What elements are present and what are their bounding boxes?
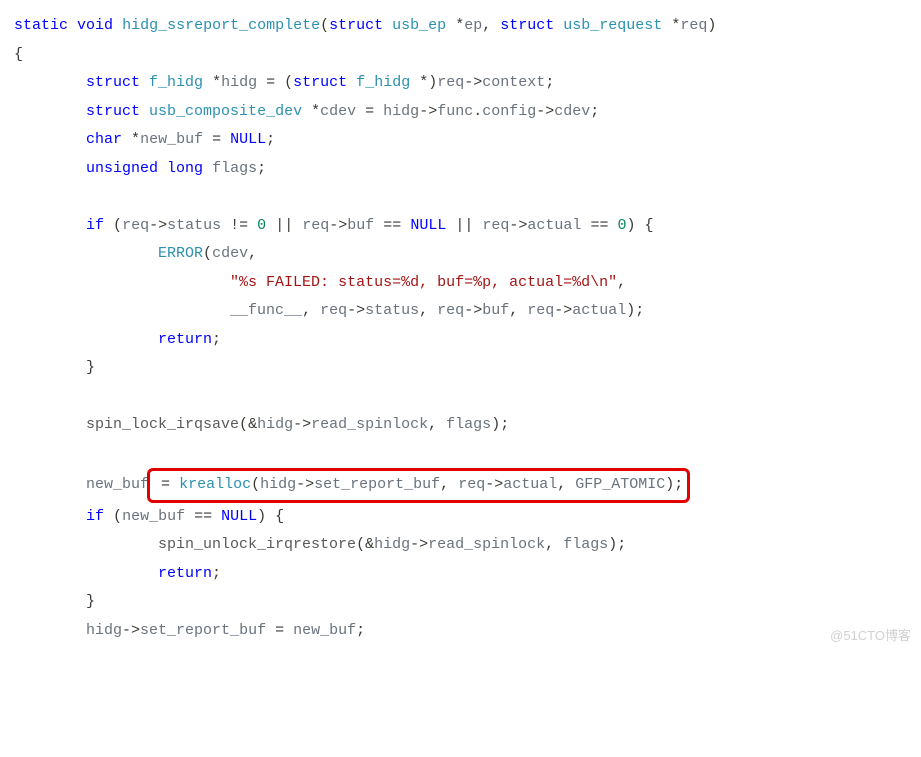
const-null: NULL [221, 508, 257, 525]
var-cdev: cdev [320, 103, 356, 120]
macro-error: ERROR [158, 245, 203, 262]
member-set-report-buf: set_report_buf [140, 622, 266, 639]
var-hidg: hidg [257, 416, 293, 433]
keyword-long: long [167, 160, 203, 177]
member-set-report-buf: set_report_buf [314, 476, 440, 493]
type-f-hidg: f_hidg [149, 74, 203, 91]
var-hidg: hidg [86, 622, 122, 639]
keyword-unsigned: unsigned [86, 160, 158, 177]
keyword-if: if [86, 217, 104, 234]
highlight-box: = krealloc(hidg->set_report_buf, req->ac… [147, 468, 690, 503]
member-buf: buf [482, 302, 509, 319]
const-null: NULL [410, 217, 446, 234]
member-status: status [365, 302, 419, 319]
keyword-char: char [86, 131, 122, 148]
var-new-buf: new_buf [122, 508, 185, 525]
type-f-hidg: f_hidg [356, 74, 410, 91]
param-req: req [680, 17, 707, 34]
member-actual: actual [527, 217, 581, 234]
keyword-return: return [158, 331, 212, 348]
type-usb-composite-dev: usb_composite_dev [149, 103, 302, 120]
var-hidg: hidg [374, 536, 410, 553]
keyword-struct: struct [500, 17, 554, 34]
member-config: config [482, 103, 536, 120]
member-buf: buf [347, 217, 374, 234]
call-krealloc: krealloc [179, 476, 251, 493]
const-gfp-atomic: GFP_ATOMIC [575, 476, 665, 493]
var-new-buf: new_buf [86, 476, 149, 493]
member-context: context [482, 74, 545, 91]
literal-zero: 0 [257, 217, 266, 234]
member-status: status [167, 217, 221, 234]
var-req: req [302, 217, 329, 234]
member-read-spinlock: read_spinlock [311, 416, 428, 433]
var-req: req [458, 476, 485, 493]
type-usb-ep: usb_ep [392, 17, 446, 34]
const-null: NULL [230, 131, 266, 148]
member-func: func [437, 103, 473, 120]
var-req: req [320, 302, 347, 319]
var-hidg: hidg [221, 74, 257, 91]
keyword-return: return [158, 565, 212, 582]
member-actual: actual [503, 476, 557, 493]
var-flags: flags [446, 416, 491, 433]
code-block: static void hidg_ssreport_complete(struc… [14, 12, 907, 645]
arg-cdev: cdev [212, 245, 248, 262]
var-hidg: hidg [383, 103, 419, 120]
param-ep: ep [464, 17, 482, 34]
var-req: req [482, 217, 509, 234]
keyword-struct: struct [86, 74, 140, 91]
var-flags: flags [212, 160, 257, 177]
member-actual: actual [572, 302, 626, 319]
type-usb-request: usb_request [563, 17, 662, 34]
string-literal: "%s FAILED: status=%d, buf=%p, actual=%d… [230, 274, 617, 291]
keyword-if: if [86, 508, 104, 525]
call-spin-lock: spin_lock_irqsave [86, 416, 239, 433]
macro-func: __func__ [230, 302, 302, 319]
var-req: req [437, 74, 464, 91]
var-new-buf: new_buf [293, 622, 356, 639]
keyword-void: void [77, 17, 113, 34]
var-hidg: hidg [260, 476, 296, 493]
function-name: hidg_ssreport_complete [122, 17, 320, 34]
call-spin-unlock: spin_unlock_irqrestore [158, 536, 356, 553]
keyword-struct: struct [293, 74, 347, 91]
var-req: req [122, 217, 149, 234]
var-req: req [527, 302, 554, 319]
var-flags: flags [563, 536, 608, 553]
keyword-static: static [14, 17, 68, 34]
var-new-buf: new_buf [140, 131, 203, 148]
var-req: req [437, 302, 464, 319]
member-cdev: cdev [554, 103, 590, 120]
member-read-spinlock: read_spinlock [428, 536, 545, 553]
keyword-struct: struct [329, 17, 383, 34]
keyword-struct: struct [86, 103, 140, 120]
